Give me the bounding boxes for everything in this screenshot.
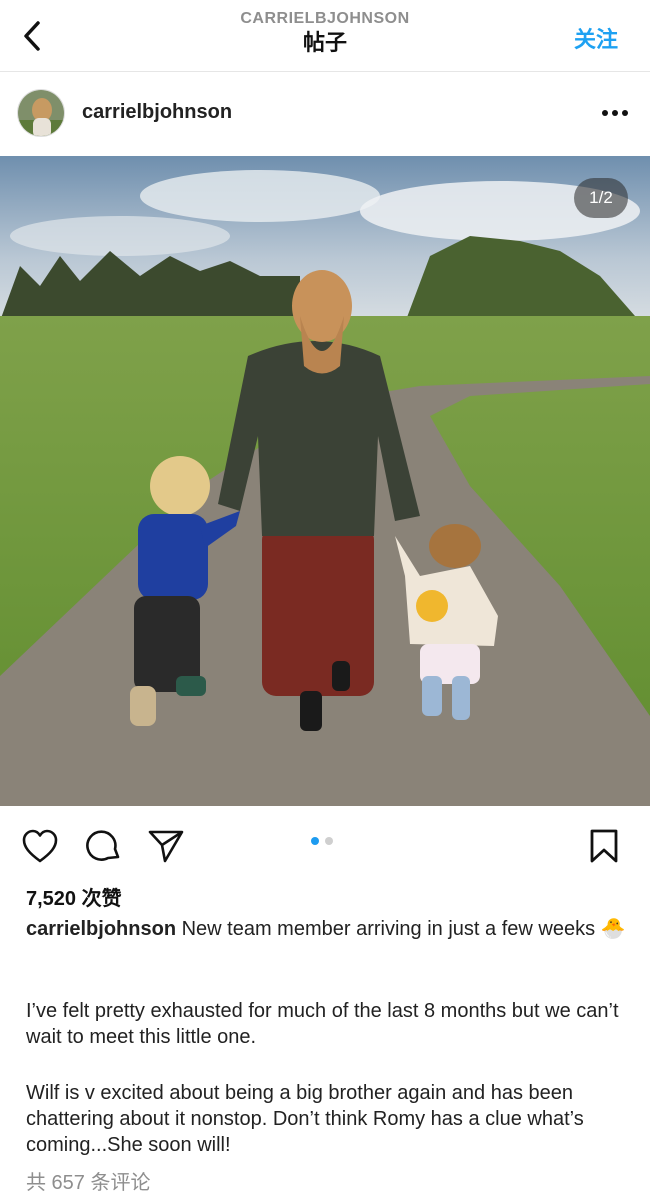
author-username[interactable]: carrielbjohnson	[82, 101, 232, 124]
header-center: CARRIELBJOHNSON 帖子	[0, 9, 650, 57]
top-bar: CARRIELBJOHNSON 帖子 关注	[0, 0, 650, 72]
like-button[interactable]	[20, 826, 60, 866]
header-username: CARRIELBJOHNSON	[240, 10, 410, 27]
comment-button[interactable]	[84, 826, 124, 866]
like-count[interactable]: 7,520 次赞	[26, 882, 122, 911]
share-button[interactable]	[146, 826, 186, 866]
more-horizontal-icon	[602, 110, 628, 116]
caption-text: New team member arriving in just a few w…	[181, 918, 596, 940]
view-comments-link[interactable]: 共 657 条评论	[26, 1166, 150, 1195]
carousel-dot-active	[311, 837, 319, 845]
post-image[interactable]: 1/2	[0, 156, 650, 806]
image-counter-badge: 1/2	[574, 178, 628, 218]
avatar[interactable]	[17, 89, 65, 137]
follow-button[interactable]: 关注	[574, 22, 618, 54]
caption-paragraph: Wilf is v excited about being a big brot…	[26, 1082, 584, 1156]
carousel-dots	[311, 837, 333, 845]
bookmark-icon	[590, 829, 618, 863]
post-caption: carrielbjohnson New team member arriving…	[26, 916, 626, 942]
carousel-dot	[325, 837, 333, 845]
page-title: 帖子	[302, 30, 347, 55]
caption-username[interactable]: carrielbjohnson	[26, 918, 176, 940]
caption-paragraph: I’ve felt pretty exhausted for much of t…	[26, 1000, 619, 1048]
save-button[interactable]	[584, 826, 624, 866]
post-author-row: carrielbjohnson	[0, 72, 650, 156]
send-icon	[148, 830, 184, 863]
heart-icon	[22, 829, 58, 863]
hatching-chick-icon: 🐣	[600, 918, 626, 940]
post-action-bar	[0, 806, 650, 882]
more-options-button[interactable]	[600, 98, 630, 128]
post-photo	[0, 156, 650, 806]
comment-icon	[86, 830, 120, 861]
